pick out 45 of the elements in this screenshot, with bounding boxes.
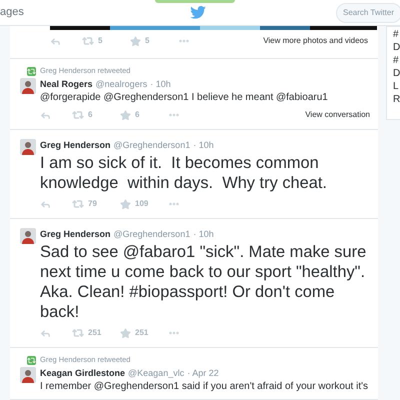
retweet-icon[interactable] — [72, 198, 84, 210]
trend-item[interactable]: D — [393, 41, 400, 54]
favorite-count: 5 — [145, 35, 150, 47]
bird-logo-icon[interactable] — [190, 6, 206, 19]
retweet-icon — [27, 356, 36, 364]
author-name[interactable]: Keagan Girdlestone — [40, 367, 126, 379]
avatar[interactable] — [20, 367, 36, 383]
reply-icon[interactable] — [40, 110, 51, 120]
author-name[interactable]: Neal Rogers — [40, 78, 93, 90]
tweet-text: Sad to see @fabaro1 "sick". Mate make sure next time u come back to our sport "healthy". Aka. Clean! #biopassport! Or don't come back! — [40, 242, 368, 322]
retweet-icon[interactable] — [72, 327, 84, 339]
trend-item[interactable]: R — [393, 93, 400, 106]
reply-icon[interactable] — [50, 36, 61, 46]
tweet-text: I remember @Greghenderson1 said if you aren't afraid of your workout it's — [40, 381, 370, 393]
trend-item[interactable]: # — [393, 54, 400, 67]
star-icon[interactable] — [130, 36, 141, 46]
retweet-icon — [27, 66, 36, 76]
reply-icon[interactable] — [40, 198, 51, 210]
trend-item[interactable]: L — [393, 80, 400, 93]
search-field[interactable]: Search Twitter — [336, 2, 400, 22]
trend-item[interactable]: # — [393, 28, 400, 41]
retweet-count: 6 — [88, 109, 92, 121]
avatar[interactable] — [20, 139, 36, 155]
avatar[interactable] — [20, 228, 36, 244]
retweet-icon[interactable] — [82, 35, 94, 47]
star-icon[interactable] — [120, 110, 131, 120]
tweet-link[interactable]: View conversation — [305, 109, 370, 121]
retweet-icon[interactable] — [72, 109, 84, 121]
star-icon[interactable] — [120, 198, 131, 210]
tweet-text: @forgerapide @Greghenderson1 I believe he meant @fabioaru1 — [40, 92, 329, 104]
avatar[interactable] — [20, 78, 36, 94]
star-icon[interactable] — [120, 328, 131, 338]
reply-icon[interactable] — [40, 328, 51, 338]
favorite-count: 6 — [135, 109, 140, 121]
favorite-count: 109 — [135, 198, 148, 210]
tweet-link[interactable]: View more photos and videos — [263, 35, 368, 47]
retweet-count: 251 — [88, 327, 102, 339]
retweet-count: 5 — [98, 35, 102, 47]
author-name[interactable]: Greg Henderson — [40, 228, 111, 240]
trend-item[interactable]: D — [393, 67, 400, 80]
author-name[interactable]: Greg Henderson — [40, 139, 111, 151]
retweet-count: 79 — [88, 198, 97, 210]
tweet-text: I am so sick of it. It becomes common knowledge within days. Why try cheat. — [40, 153, 328, 193]
nav-item[interactable]: ages — [0, 4, 24, 21]
favorite-count: 251 — [135, 327, 148, 339]
